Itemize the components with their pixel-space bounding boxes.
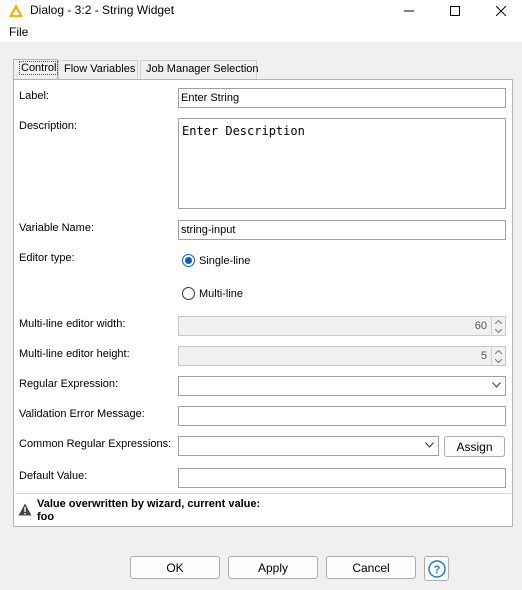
control-panel: Label: Enter String Description: Enter D… — [13, 79, 513, 527]
maximize-button[interactable] — [432, 0, 478, 22]
regex-caption: Regular Expression: — [19, 378, 119, 390]
spinner-down-icon[interactable] — [492, 326, 505, 335]
multiline-width-value: 60 — [474, 320, 487, 332]
editor-type-caption: Editor type: — [19, 252, 75, 264]
default-value-input[interactable] — [178, 468, 506, 488]
title-bar: Dialog - 3:2 - String Widget — [0, 0, 522, 22]
regex-combo[interactable] — [178, 376, 506, 396]
multiline-width-spinner[interactable]: 60 — [178, 316, 506, 336]
spinner-arrows — [491, 347, 505, 365]
close-button[interactable] — [478, 0, 522, 22]
radio-checked-icon — [182, 254, 195, 267]
validation-error-input[interactable] — [178, 406, 506, 426]
menu-file[interactable]: File — [9, 25, 28, 39]
warning-icon — [18, 503, 32, 516]
minimize-button[interactable] — [386, 0, 432, 22]
validation-error-caption: Validation Error Message: — [19, 408, 145, 420]
help-button[interactable]: ? — [424, 556, 449, 581]
variable-name-input[interactable]: string-input — [178, 220, 506, 240]
assign-button[interactable]: Assign — [444, 436, 505, 457]
tab-control[interactable]: Control — [13, 59, 59, 80]
warning-message: Value overwritten by wizard, current val… — [15, 493, 511, 525]
chevron-down-icon — [492, 382, 501, 388]
minimize-icon — [404, 10, 414, 12]
radio-unchecked-icon — [182, 287, 195, 300]
description-caption: Description: — [19, 120, 78, 132]
spinner-up-icon[interactable] — [492, 347, 505, 356]
warning-current-value: foo — [37, 511, 55, 523]
label-input[interactable]: Enter String — [178, 88, 506, 108]
cancel-button[interactable]: Cancel — [326, 556, 416, 579]
tab-job-manager-selection[interactable]: Job Manager Selection — [140, 60, 259, 79]
default-value-caption: Default Value: — [19, 470, 88, 482]
description-textarea[interactable]: Enter Description — [178, 118, 506, 209]
radio-single-line[interactable]: Single-line — [182, 254, 250, 267]
chevron-down-icon — [425, 442, 434, 448]
tab-flow-variables[interactable]: Flow Variables — [58, 60, 138, 79]
spinner-arrows — [491, 317, 505, 335]
multiline-height-value: 5 — [480, 350, 487, 362]
ok-button[interactable]: OK — [130, 556, 220, 579]
spinner-up-icon[interactable] — [492, 317, 505, 326]
close-icon — [496, 6, 506, 16]
maximize-icon — [450, 6, 460, 16]
help-icon: ? — [427, 559, 446, 578]
apply-button[interactable]: Apply — [228, 556, 318, 579]
window-title: Dialog - 3:2 - String Widget — [30, 3, 175, 17]
common-regex-combo[interactable] — [178, 436, 439, 456]
common-regex-caption: Common Regular Expressions: — [19, 438, 172, 450]
spinner-down-icon[interactable] — [492, 356, 505, 365]
menu-bar: File — [0, 22, 522, 42]
label-caption: Label: — [19, 90, 49, 102]
multiline-height-spinner[interactable]: 5 — [178, 346, 506, 366]
warning-text: Value overwritten by wizard, current val… — [37, 498, 261, 510]
radio-multi-line[interactable]: Multi-line — [182, 287, 243, 300]
help-glyph: ? — [433, 564, 440, 576]
knime-app-icon — [9, 4, 23, 17]
variable-name-caption: Variable Name: — [19, 222, 94, 234]
multiline-width-caption: Multi-line editor width: — [19, 318, 126, 330]
multiline-height-caption: Multi-line editor height: — [19, 348, 130, 360]
